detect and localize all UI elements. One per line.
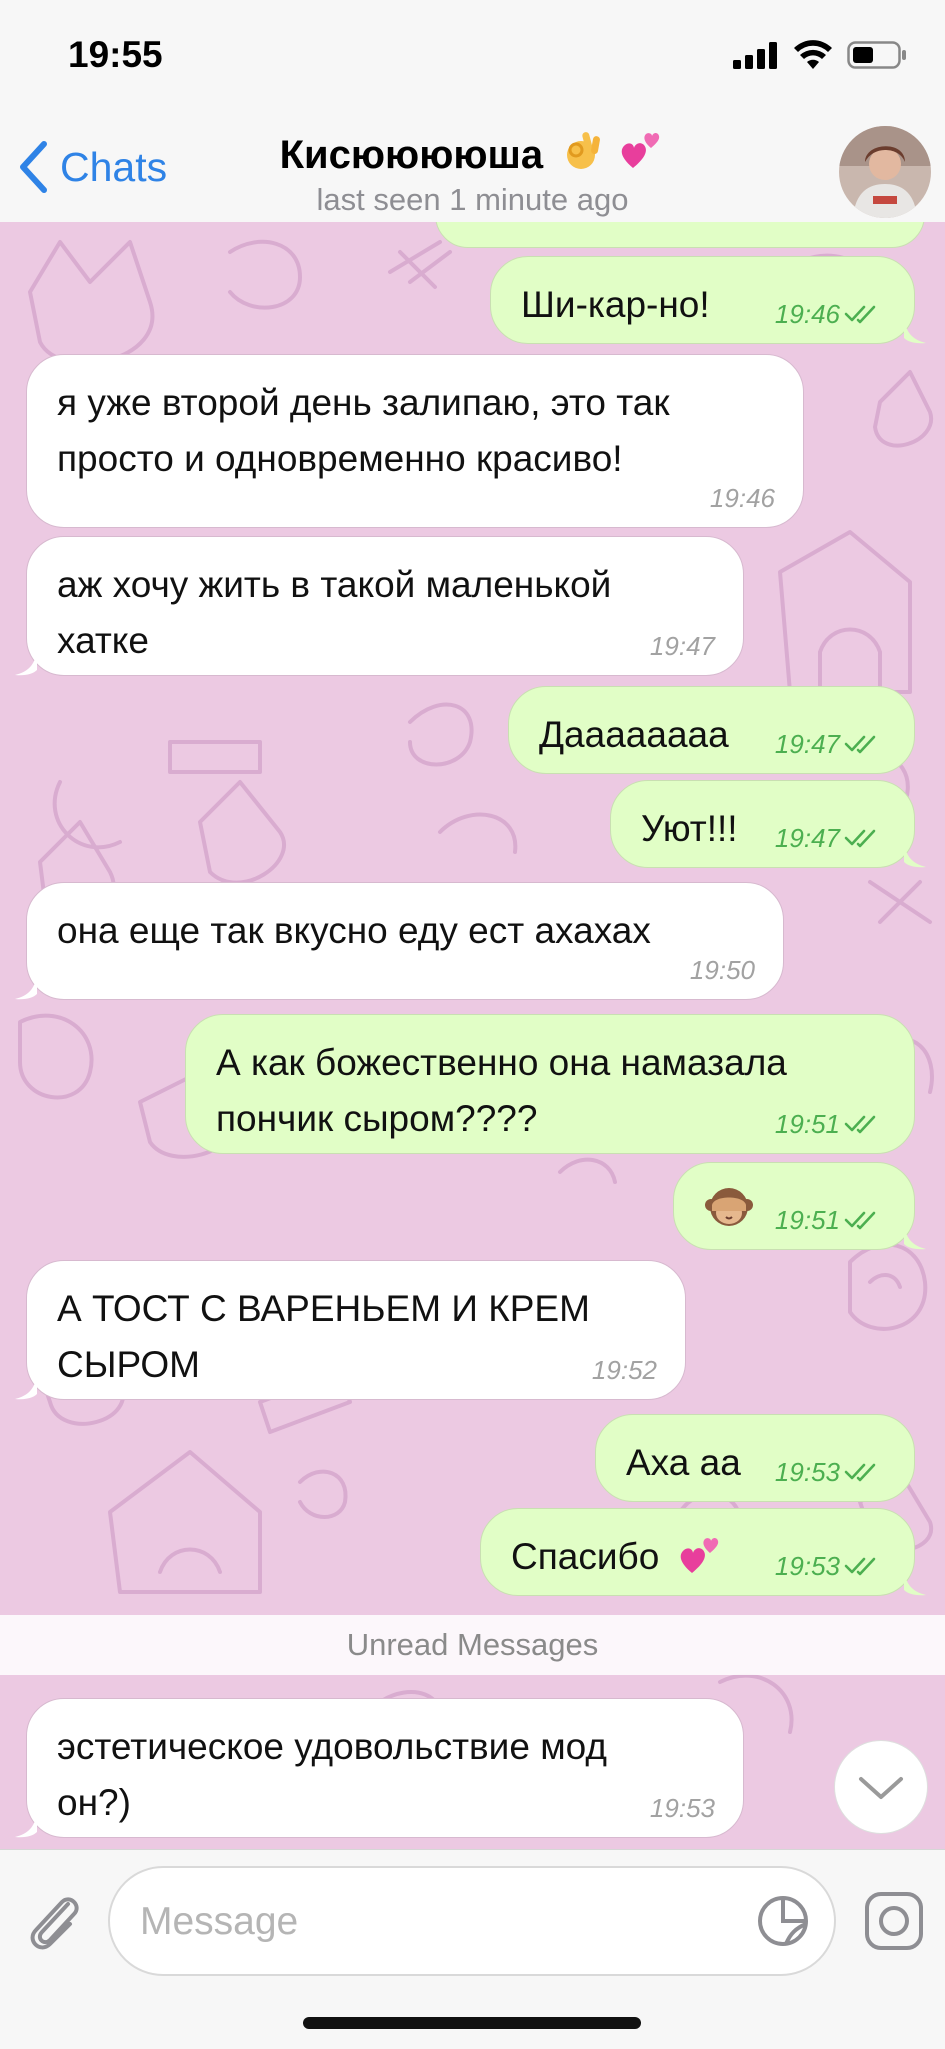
message-time: 19:47 — [774, 823, 840, 853]
message-text: аж хочу жить в такой маленькой хатке — [57, 564, 612, 661]
message-meta: 19:47 — [775, 823, 878, 853]
message-text: эстетическое удовольствие мод он?) — [57, 1726, 607, 1823]
message-time: 19:46 — [709, 483, 775, 513]
message-text: Спасибо — [511, 1536, 660, 1577]
message-time: 19:47 — [649, 631, 715, 661]
message-bubble-outgoing[interactable]: Спасибо 19:53 — [480, 1508, 926, 1596]
message-bubble-outgoing[interactable]: А как божественно она намазала пончик сы… — [185, 1014, 915, 1154]
message-meta: 19:51 — [775, 1109, 878, 1139]
chat-title: Кисююююша — [279, 133, 544, 177]
message-bubble-incoming[interactable]: эстетическое удовольствие мод он?) 19:53 — [15, 1698, 744, 1838]
avatar-photo — [839, 126, 931, 218]
message-time: 19:53 — [649, 1793, 715, 1823]
bubble-tail — [904, 1224, 926, 1250]
message-time: 19:53 — [774, 1551, 840, 1581]
bubble-tail — [15, 974, 37, 1000]
ok-hand-emoji-icon — [567, 132, 601, 169]
message-list[interactable]: Ши-кар-но! 19:46 я уже второй день залип… — [0, 222, 945, 1849]
message-meta: 19:53 — [775, 1457, 878, 1487]
unread-messages-divider: Unread Messages — [0, 1615, 945, 1675]
scroll-to-bottom-button[interactable] — [834, 1740, 928, 1834]
message-bubble-outgoing[interactable]: Аха аа 19:53 — [595, 1414, 915, 1502]
chat-header: Chats Кисююююша last seen 1 minute ago — [0, 118, 945, 223]
signal-icon — [733, 42, 777, 69]
message-time: 19:51 — [774, 1205, 840, 1235]
double-check-icon — [844, 1463, 876, 1482]
paperclip-icon[interactable] — [24, 1886, 84, 1956]
double-check-icon — [844, 1557, 876, 1576]
status-bar: 19:55 — [0, 0, 945, 118]
message-bubble-outgoing[interactable]: Уют!!! 19:47 — [610, 780, 926, 868]
message-input-wrapper — [108, 1866, 836, 1976]
double-check-icon — [844, 1211, 876, 1230]
two-hearts-icon — [680, 1537, 718, 1573]
bubble-tail — [904, 318, 926, 344]
message-meta: 19:53 — [775, 1551, 878, 1581]
message-time: 19:47 — [774, 729, 840, 759]
message-input[interactable] — [138, 1890, 742, 1954]
two-hearts-icon — [622, 132, 660, 168]
message-meta: 19:46 — [775, 299, 878, 329]
message-bubble-incoming[interactable]: я уже второй день залипаю, это так прост… — [26, 354, 804, 528]
message-text: я уже второй день залипаю, это так прост… — [57, 382, 670, 479]
message-time: 19:53 — [774, 1457, 840, 1487]
chat-title-row: Кисююююша — [0, 124, 945, 178]
message-meta: 19:47 — [775, 729, 878, 759]
message-bubble-outgoing[interactable]: Ши-кар-но! 19:46 — [490, 256, 926, 344]
home-indicator — [303, 2017, 641, 2029]
message-bubble-incoming[interactable]: она еще так вкусно еду ест ахахах 19:50 — [15, 882, 784, 1000]
double-check-icon — [844, 735, 876, 754]
contact-avatar[interactable] — [839, 126, 931, 218]
double-check-icon — [844, 1115, 876, 1134]
status-time: 19:55 — [68, 34, 163, 75]
wifi-icon — [794, 40, 832, 69]
double-check-icon — [844, 305, 876, 324]
chat-title-block[interactable]: Кисююююша last seen 1 minute ago — [0, 124, 945, 218]
message-time: 19:51 — [774, 1109, 840, 1139]
camera-icon[interactable] — [863, 1890, 925, 1952]
bubble-tail — [15, 650, 37, 676]
status-icons — [733, 40, 907, 70]
bubble-tail — [15, 1812, 37, 1838]
message-text: А ТОСТ С ВАРЕНЬЕМ И КРЕМ СЫРОМ — [57, 1288, 590, 1385]
message-bubble-incoming[interactable]: А ТОСТ С ВАРЕНЬЕМ И КРЕМ СЫРОМ 19:52 — [15, 1260, 686, 1400]
see-no-evil-monkey-icon — [705, 1188, 753, 1226]
sticker-icon[interactable] — [756, 1894, 810, 1948]
bubble-tail — [904, 842, 926, 868]
message-meta: 19:51 — [775, 1205, 878, 1235]
last-seen-status: last seen 1 minute ago — [316, 182, 629, 217]
double-check-icon — [844, 829, 876, 848]
chevron-down-icon — [859, 1777, 903, 1799]
message-bubble-outgoing[interactable]: 19:51 — [673, 1162, 926, 1250]
message-bubble-partial[interactable] — [435, 222, 925, 248]
message-bubble-incoming[interactable]: аж хочу жить в такой маленькой хатке 19:… — [15, 536, 744, 676]
battery-icon — [847, 41, 906, 69]
bubble-tail — [904, 1570, 926, 1596]
message-time: 19:50 — [689, 955, 755, 985]
message-time: 19:46 — [774, 299, 840, 329]
message-bubble-outgoing[interactable]: Даааааааа 19:47 — [508, 686, 915, 774]
bubble-tail — [15, 1374, 37, 1400]
message-time: 19:52 — [591, 1355, 657, 1385]
message-text: она еще так вкусно еду ест ахахах — [57, 910, 651, 951]
